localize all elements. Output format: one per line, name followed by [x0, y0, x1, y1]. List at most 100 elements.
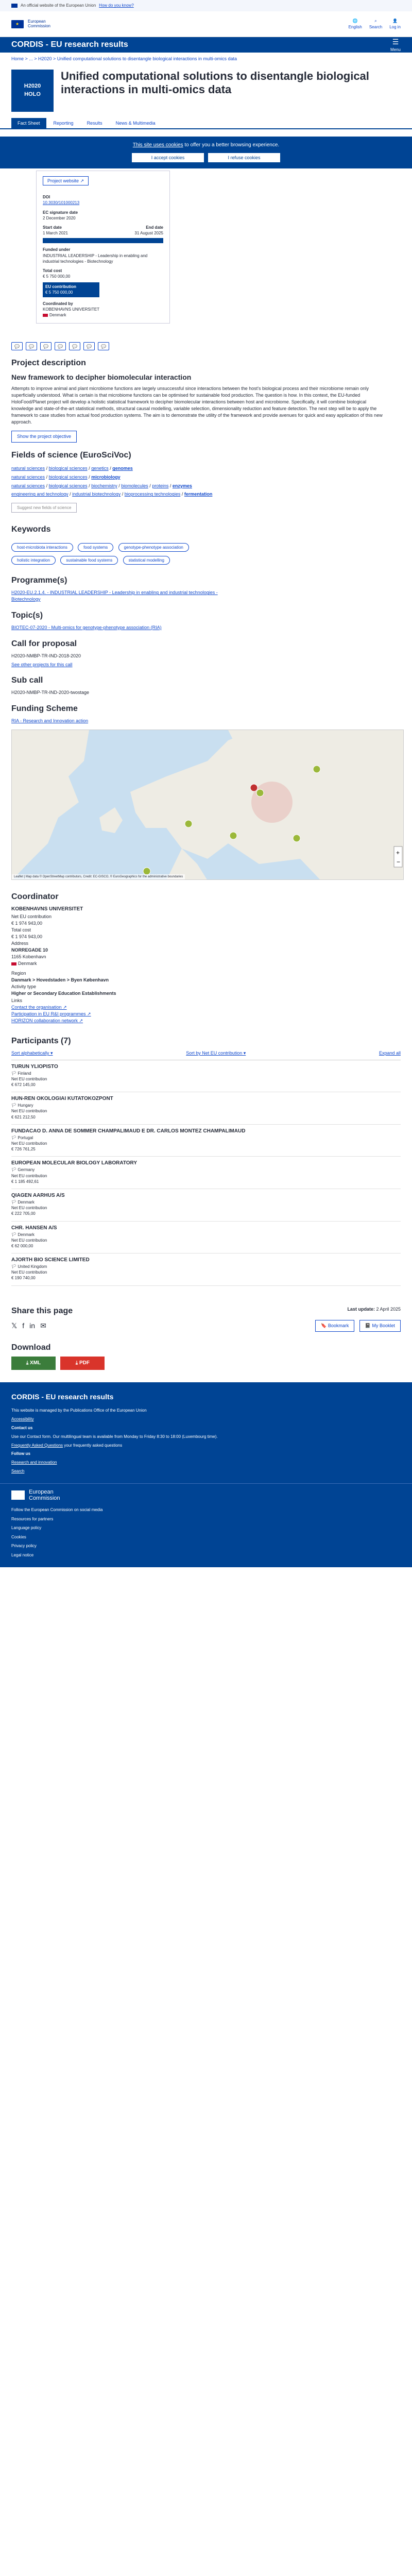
project-duration-bar [43, 238, 163, 244]
map-marker-icon[interactable] [293, 834, 301, 842]
tab-results[interactable]: Results [81, 118, 109, 128]
participation-link[interactable]: Participation in EU R&I programmes ↗ [11, 1011, 401, 1018]
participants-controls: Sort alphabetically ▾ Sort by Net EU con… [11, 1050, 401, 1060]
list-item[interactable]: AJORTH BIO SCIENCE LIMITED 🏳 United Kingd… [11, 1253, 401, 1286]
accept-cookies-button[interactable]: I accept cookies [132, 152, 204, 162]
funding-scheme-link[interactable]: RIA - Research and Innovation action [11, 718, 401, 724]
comment-icon[interactable]: 💬 [11, 342, 23, 351]
footer-primary: CORDIS - EU research results This websit… [0, 1382, 412, 1483]
keyword-pill[interactable]: food systems [78, 543, 114, 552]
refuse-cookies-button[interactable]: I refuse cookies [208, 152, 280, 162]
programme-link[interactable]: H2020-EU.2.1.4. - INDUSTRIAL LEADERSHIP … [11, 589, 228, 602]
footer-link[interactable]: Cookies [11, 1533, 401, 1542]
project-hero: H2020 HOLO Unified computational solution… [0, 65, 412, 118]
map-marker-icon[interactable] [229, 832, 237, 840]
coordinator-heading: Coordinator [11, 892, 59, 902]
how-do-you-know-link[interactable]: How do you know? [99, 3, 134, 8]
bookmark-icon: 🔖 [321, 1323, 327, 1329]
facebook-icon[interactable]: f [22, 1321, 24, 1331]
map-marker-icon[interactable] [250, 784, 258, 792]
map-attribution: Leaflet | Map data © OpenStreetMap contr… [12, 874, 185, 880]
keyword-pill[interactable]: genotype-phenotype association [118, 543, 189, 552]
other-projects-link[interactable]: See other projects for this call [11, 662, 401, 668]
zoom-in-icon[interactable]: + [396, 849, 400, 856]
faq-link[interactable]: Frequently Asked Questions [11, 1443, 63, 1448]
map-graphic: + − [12, 730, 403, 880]
map-marker-icon[interactable] [184, 820, 193, 828]
footer-link[interactable]: Resources for partners [11, 1515, 401, 1524]
doi-link[interactable]: 10.3030/101000213 [43, 200, 163, 206]
comment-icon[interactable]: 💬 [83, 342, 95, 351]
language-selector[interactable]: 🌐 English [349, 18, 362, 29]
research-link[interactable]: Research and innovation [11, 1459, 401, 1467]
description-subheading: New framework to decipher biomolecular i… [11, 372, 192, 381]
funding-heading: Funding Scheme [11, 704, 78, 714]
ec-footer-logo[interactable]: European Commission [11, 1489, 401, 1501]
eu-flag-icon [11, 4, 18, 8]
comment-icon[interactable]: 💬 [40, 342, 52, 351]
footer-search-link[interactable]: Search [11, 1467, 401, 1476]
list-item[interactable]: QIAGEN AARHUS A/S 🏳 Denmark Net EU contrib… [11, 1189, 401, 1222]
footer-link[interactable]: Privacy policy [11, 1541, 401, 1551]
list-item[interactable]: FUNDACAO D. ANNA DE SOMMER CHAMPALIMAUD … [11, 1125, 401, 1157]
tab-reporting[interactable]: Reporting [47, 118, 80, 128]
linkedin-icon[interactable]: in [29, 1321, 35, 1331]
list-item[interactable]: TURUN YLIOPISTO 🏳 Finland Net EU contribut… [11, 1060, 401, 1093]
show-objective-button[interactable]: Show the project objective [11, 431, 77, 443]
keyword-pill[interactable]: holistic integration [11, 555, 56, 565]
expand-all-button[interactable]: Expand all [379, 1050, 401, 1057]
site-band: CORDIS - EU research results ☰ Menu [0, 37, 412, 53]
project-website-button[interactable]: Project website ↗ [43, 176, 89, 186]
menu-button[interactable]: ☰ Menu [390, 37, 401, 53]
ec-logo[interactable]: EuropeanCommission [11, 19, 50, 29]
call-heading: Call for proposal [11, 639, 77, 648]
login-button[interactable]: 👤 Log in [389, 18, 401, 29]
description-text: Attempts to improve animal and plant mic… [11, 386, 383, 425]
list-item[interactable]: HUN-REN OKOLOGIAI KUTATOKOZPONT 🏳 Hungary… [11, 1092, 401, 1125]
participants-map[interactable]: + − Leaflet | Map data © OpenStreetMap c… [11, 730, 404, 880]
flag-icon: 🏳 [11, 1135, 17, 1140]
footer-link[interactable]: Follow the European Commission on social… [11, 1505, 401, 1515]
contact-organisation-link[interactable]: Contact the organisation ↗ [11, 1004, 401, 1011]
suggest-fos-button[interactable]: Suggest new fields of science [11, 503, 77, 513]
flag-icon: 🏳 [11, 1071, 17, 1076]
cookies-link[interactable]: This site uses cookies [133, 142, 183, 148]
breadcrumb[interactable]: Home > ... > H2020 > Unified computation… [0, 53, 412, 65]
sort-contribution-button[interactable]: Sort by Net EU contribution ▾ [186, 1050, 246, 1057]
zoom-out-icon[interactable]: − [397, 858, 400, 866]
topic-link[interactable]: BIOTEC-07-2020 - Multi-omics for genotyp… [11, 624, 401, 631]
sort-alpha-button[interactable]: Sort alphabetically ▾ [11, 1050, 53, 1057]
tab-fact-sheet[interactable]: Fact Sheet [11, 117, 46, 128]
list-item[interactable]: CHR. HANSEN A/S 🏳 Denmark Net EU contribut… [11, 1222, 401, 1254]
download-pdf-button[interactable]: ⤓ PDF [60, 1357, 105, 1370]
comment-icon[interactable]: 💬 [69, 342, 80, 351]
bookmark-button[interactable]: 🔖 Bookmark [315, 1320, 355, 1332]
x-icon[interactable]: 𝕏 [11, 1321, 17, 1331]
keyword-pill[interactable]: sustainable food systems [60, 555, 118, 565]
comment-icon[interactable]: 💬 [98, 342, 109, 351]
list-item[interactable]: EUROPEAN MOLECULAR BIOLOGY LABORATORY 🏳 G… [11, 1157, 401, 1189]
project-acronym-box: H2020 HOLO [11, 69, 54, 112]
accessibility-link[interactable]: Accessibility [11, 1415, 401, 1424]
fos-heading: Fields of science (EuroSciVoc) [11, 451, 131, 460]
collaboration-network-link[interactable]: HORIZON collaboration network ↗ [11, 1018, 401, 1024]
footer-link[interactable]: Language policy [11, 1523, 401, 1533]
search-button[interactable]: ⌕ Search [369, 18, 382, 29]
denmark-flag-icon [43, 313, 48, 317]
footer-link[interactable]: Legal notice [11, 1551, 401, 1560]
tab-news[interactable]: News & Multimedia [110, 118, 162, 128]
keyword-pill[interactable]: statistical modelling [123, 555, 170, 565]
map-marker-icon[interactable] [256, 789, 264, 797]
comment-icon[interactable]: 💬 [55, 342, 66, 351]
eu-flag-icon [11, 1490, 25, 1500]
my-booklet-button[interactable]: 📓 My Booklet [359, 1320, 401, 1332]
site-title[interactable]: CORDIS - EU research results [11, 39, 128, 50]
eu-flag-icon [11, 20, 24, 28]
comment-icon[interactable]: 💬 [26, 342, 37, 351]
map-marker-icon[interactable] [313, 765, 321, 773]
keyword-pill[interactable]: host-microbiota interactions [11, 543, 73, 552]
download-xml-button[interactable]: ⤓ XML [11, 1357, 56, 1370]
page-title: Unified computational solutions to disen… [61, 69, 369, 96]
last-update: Last update: 2 April 2025 [347, 1306, 401, 1312]
email-icon[interactable]: ✉ [40, 1321, 46, 1331]
